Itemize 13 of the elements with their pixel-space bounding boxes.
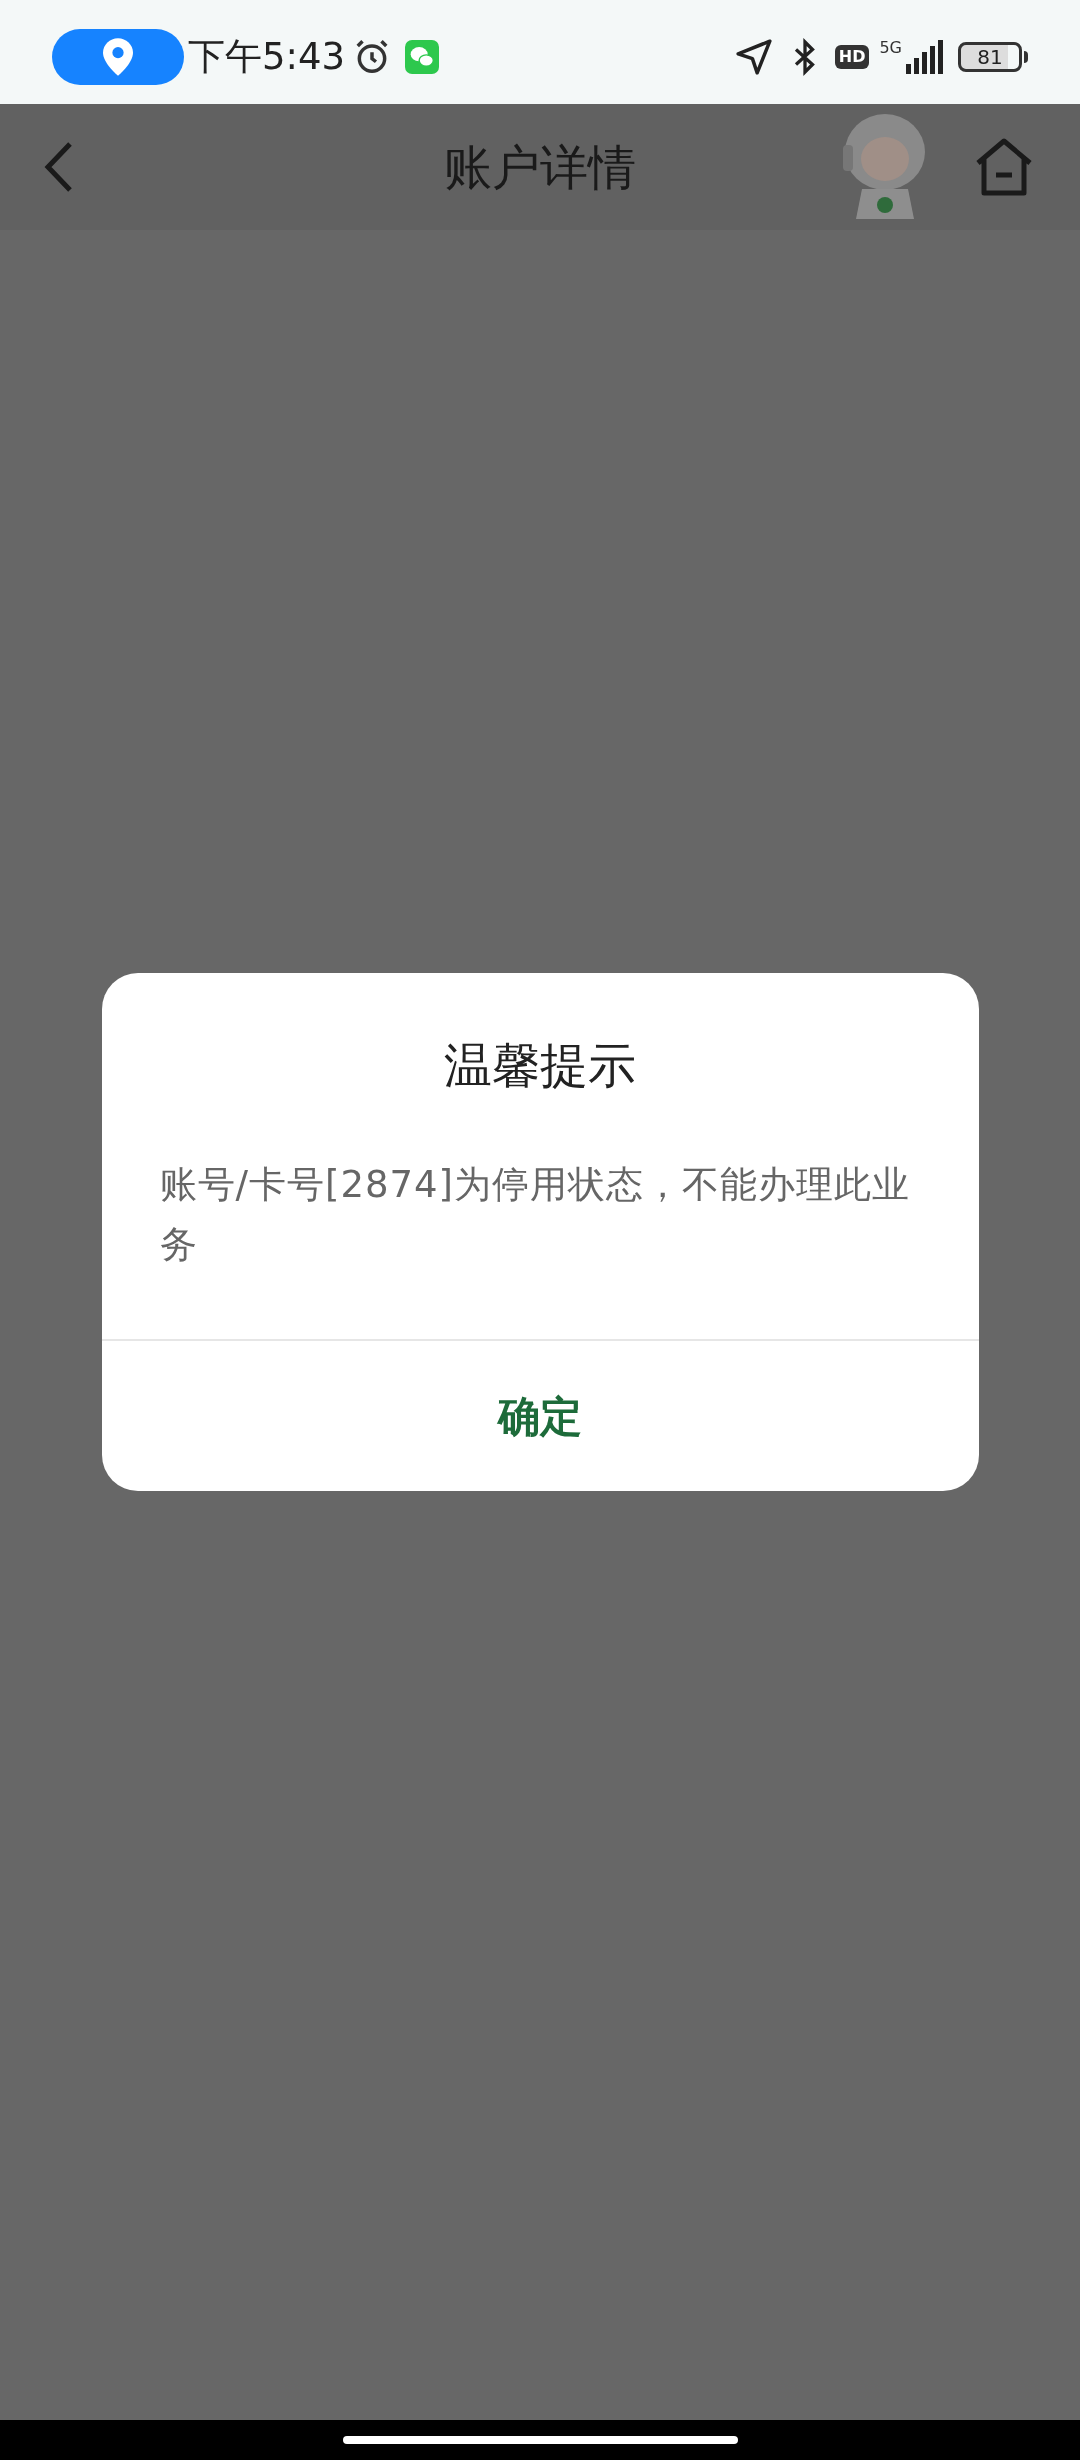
status-time: 下午5:43 [188,34,346,81]
location-pin-icon [103,38,133,76]
battery-indicator: 81 [958,42,1022,72]
confirm-button[interactable]: 确定 [101,1341,979,1491]
hd-badge: HD [834,45,870,69]
navigation-arrow-icon [734,38,773,76]
dialog-title: 温馨提示 [443,1036,637,1089]
page-title: 账户详情 [444,138,636,197]
dialog-message: 账号/卡号[2874]为停用状态，不能办理此业务 [158,1162,911,1268]
signal-bars-icon [904,40,944,74]
location-pill[interactable] [52,29,184,85]
network-type: 5G [879,40,902,56]
chat-app-icon [405,40,440,74]
